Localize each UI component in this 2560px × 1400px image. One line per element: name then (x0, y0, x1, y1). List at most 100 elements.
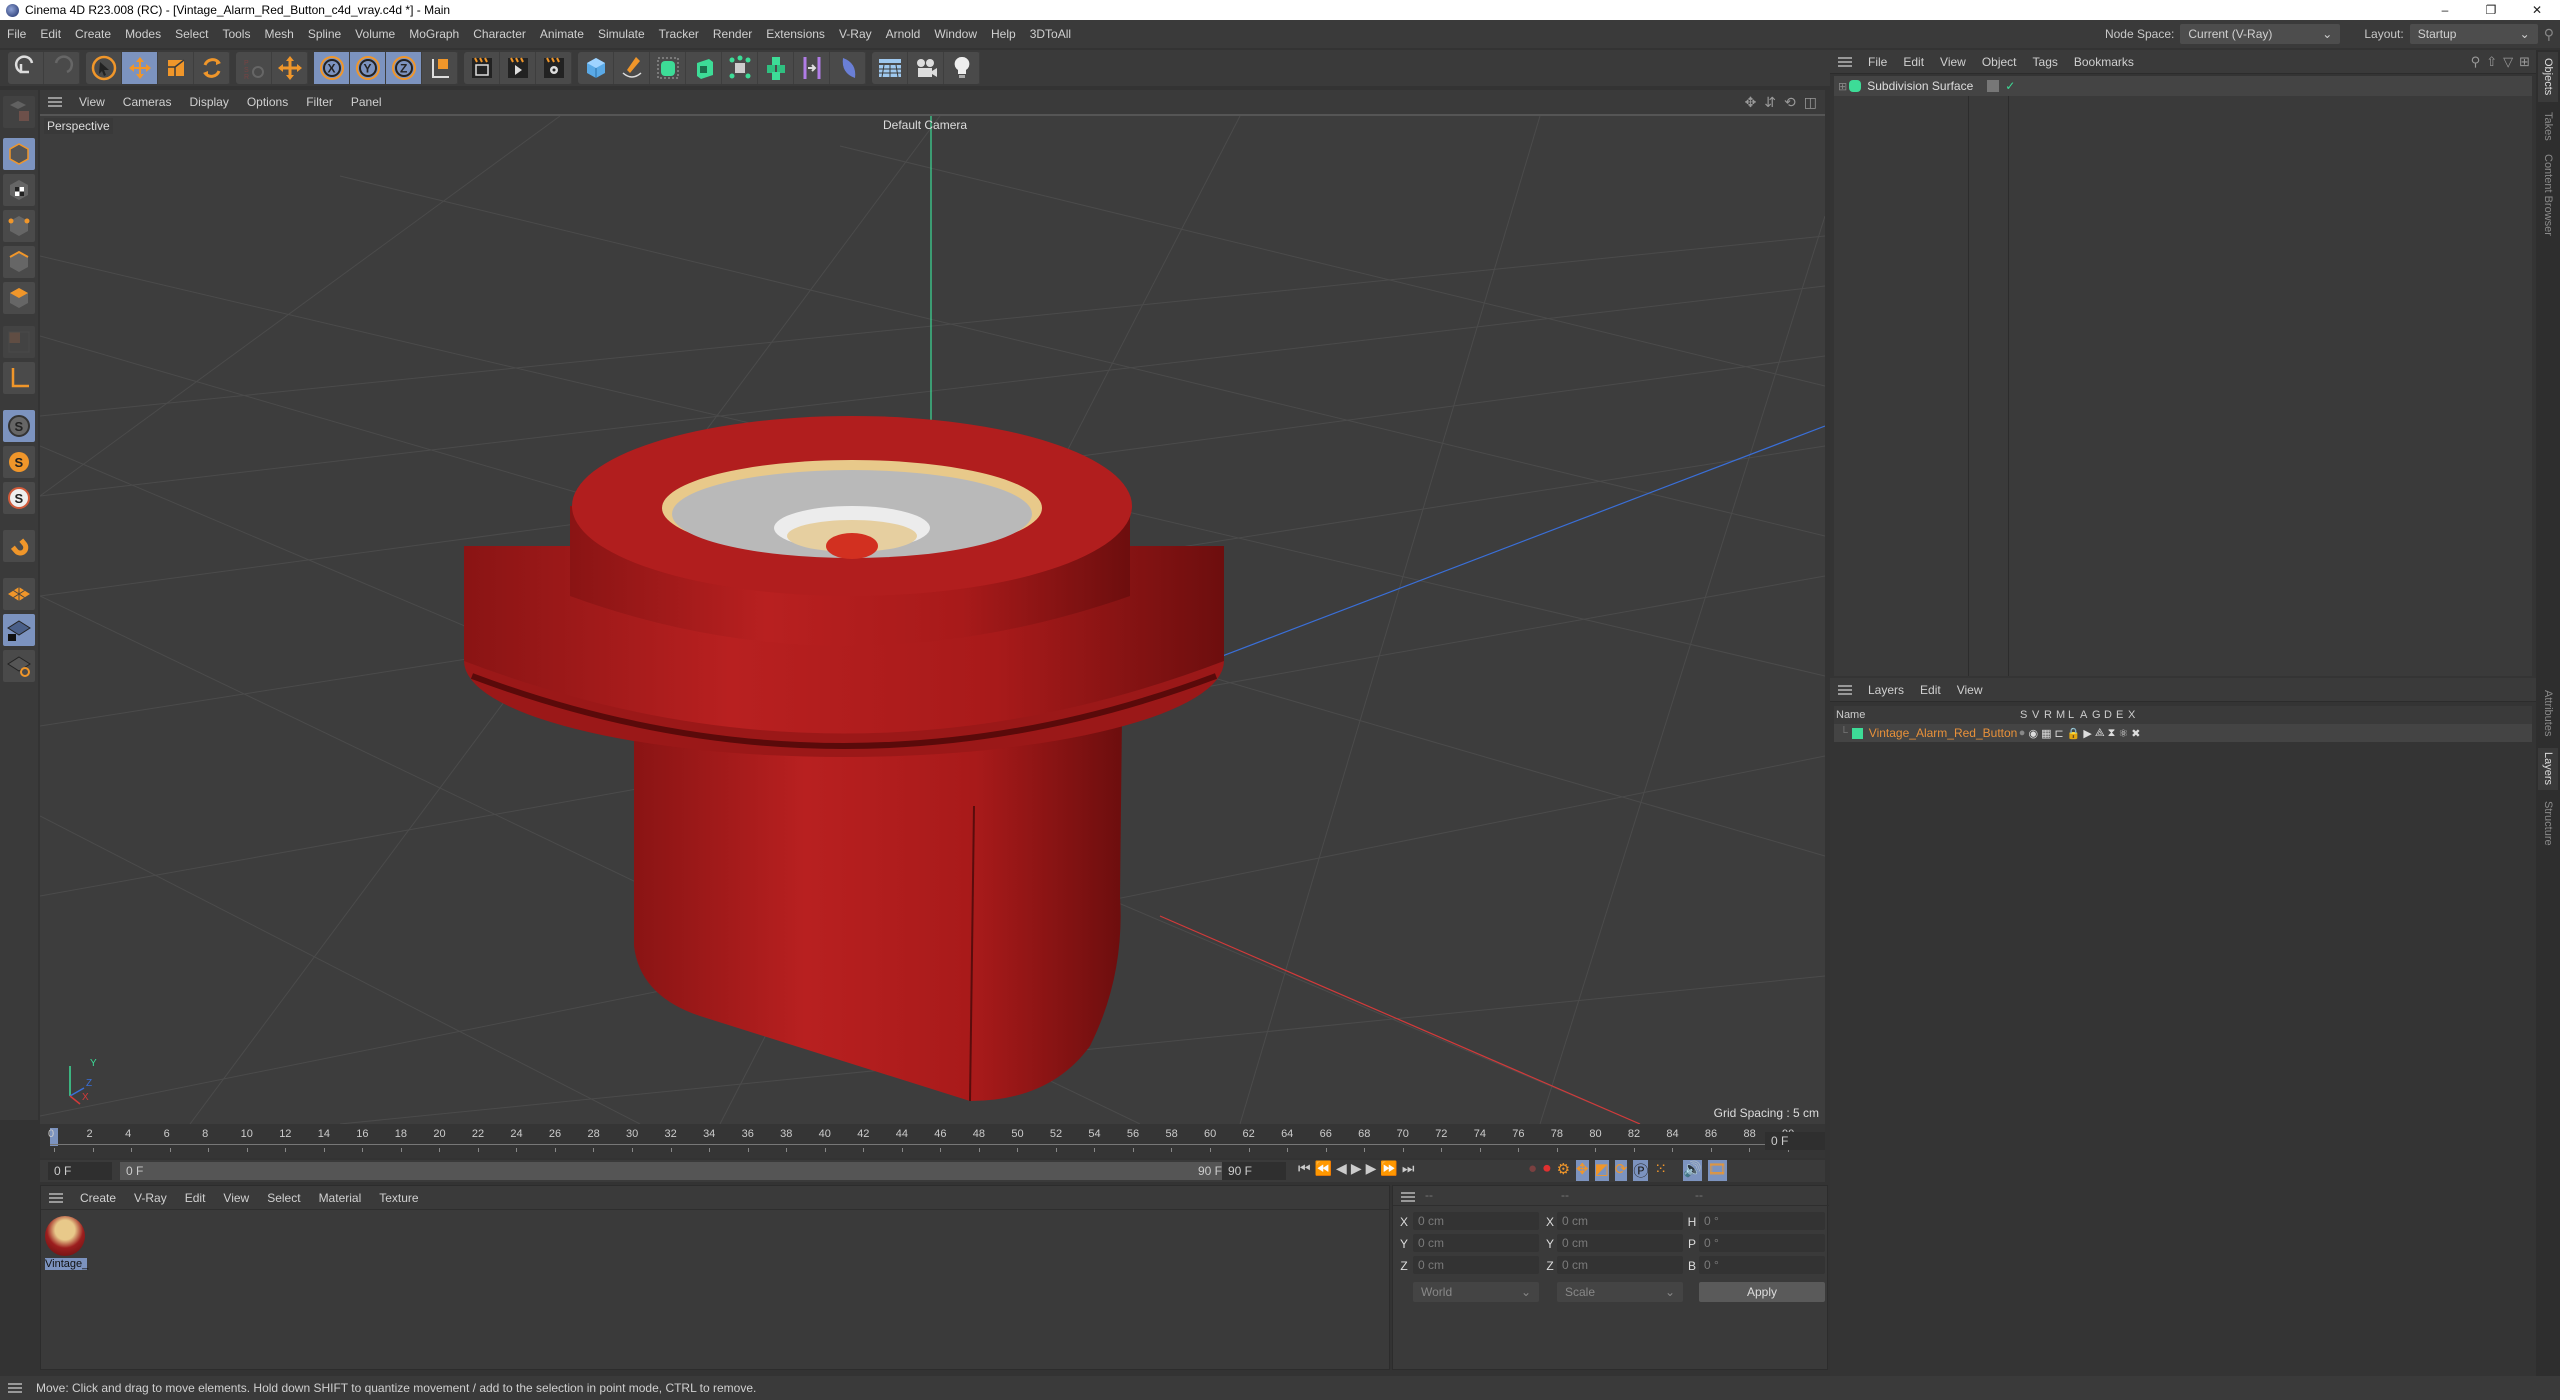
objects-menu-object[interactable]: Object (1974, 55, 2025, 69)
expressions-icon[interactable]: ⚛ (2118, 727, 2128, 740)
objects-menu-view[interactable]: View (1932, 55, 1974, 69)
magnet-button[interactable] (3, 530, 35, 562)
mograph-cubes-button[interactable] (758, 52, 794, 84)
rot-h-field[interactable]: 0 ° (1699, 1212, 1825, 1230)
tab-content-browser[interactable]: Content Browser (2538, 150, 2558, 240)
col-manager[interactable]: M (2056, 709, 2068, 721)
col-locked[interactable]: L (2068, 709, 2080, 721)
snap-enable-button[interactable]: S (3, 482, 35, 514)
light-button[interactable] (944, 52, 980, 84)
next-frame-icon[interactable]: ▶ (1366, 1160, 1377, 1177)
key-rotate-icon[interactable]: ⟳ (1614, 1160, 1628, 1181)
maximize-icon[interactable]: ◫ (1804, 94, 1817, 111)
move-extra-button[interactable] (272, 52, 308, 84)
render-view-button[interactable] (500, 52, 536, 84)
material-menu-texture[interactable]: Texture (370, 1191, 427, 1205)
tab-attributes[interactable]: Attributes (2538, 682, 2558, 744)
render-clapper-icon[interactable]: ▦ (2041, 727, 2051, 740)
key-param-icon[interactable]: Ⓟ (1633, 1160, 1649, 1181)
record-icon[interactable]: ● (1528, 1160, 1537, 1181)
viewport-menu-display[interactable]: Display (180, 95, 237, 109)
z-axis-button[interactable]: Z (386, 52, 422, 84)
menu-3dtoall[interactable]: 3DToAll (1023, 27, 1078, 41)
menu-mesh[interactable]: Mesh (257, 27, 300, 41)
tab-layers[interactable]: Layers (2538, 748, 2558, 790)
point-mode-button[interactable] (3, 210, 35, 242)
material-menu-view[interactable]: View (214, 1191, 258, 1205)
animation-icon[interactable]: ▶ (2083, 727, 2091, 740)
col-solo[interactable]: S (2020, 709, 2032, 721)
deformer-button[interactable] (794, 52, 830, 84)
col-xrefs[interactable]: X (2128, 709, 2140, 721)
hamburger-icon[interactable] (1838, 684, 1852, 695)
hamburger-icon[interactable] (8, 1383, 22, 1393)
solo-icon[interactable]: ● (2019, 727, 2026, 740)
floor-button[interactable] (872, 52, 908, 84)
enabled-check-icon[interactable]: ✓ (2005, 79, 2015, 93)
menu-mograph[interactable]: MoGraph (402, 27, 466, 41)
apply-button[interactable]: Apply (1699, 1282, 1825, 1302)
prev-key-icon[interactable]: ⏪ (1315, 1160, 1332, 1177)
viewport-menu-view[interactable]: View (70, 95, 114, 109)
menu-vray[interactable]: V-Ray (832, 27, 879, 41)
menu-character[interactable]: Character (466, 27, 533, 41)
material-menu-vray[interactable]: V-Ray (125, 1191, 176, 1205)
viewport-menu-filter[interactable]: Filter (297, 95, 342, 109)
model-mode-button[interactable] (3, 138, 35, 170)
layers-menu-layers[interactable]: Layers (1860, 683, 1912, 697)
rotate-tool-button[interactable] (194, 52, 230, 84)
pos-z-field[interactable]: 0 cm (1413, 1256, 1539, 1274)
camera-button[interactable] (908, 52, 944, 84)
col-view[interactable]: V (2032, 709, 2044, 721)
view-eye-icon[interactable]: ◉ (2028, 727, 2038, 740)
size-x-field[interactable]: 0 cm (1557, 1212, 1683, 1230)
texture-mode-button[interactable] (3, 174, 35, 206)
col-animation[interactable]: A (2080, 709, 2092, 721)
menu-file[interactable]: File (0, 27, 33, 41)
col-generators[interactable]: G (2092, 709, 2104, 721)
y-axis-button[interactable]: Y (350, 52, 386, 84)
filter-icon[interactable]: ▽ (2503, 54, 2513, 70)
viewport-camera-label[interactable]: Default Camera (883, 118, 967, 132)
film-icon[interactable]: 🎞 (1707, 1160, 1727, 1181)
menu-modes[interactable]: Modes (118, 27, 168, 41)
timeline-ruler[interactable]: 0 2 4 6 8 10 12 14 16 18 20 22 24 26 28 30 32 34 36 38 40 42 4… (40, 1124, 1825, 1158)
home-icon[interactable]: ⇧ (2486, 54, 2497, 70)
coord-mode-dropdown[interactable]: Scale ⌄ (1557, 1282, 1683, 1302)
key-move-icon[interactable]: ✥ (1576, 1160, 1589, 1181)
subdivision-button[interactable] (650, 52, 686, 84)
size-z-field[interactable]: 0 cm (1557, 1256, 1683, 1274)
tab-structure[interactable]: Structure (2538, 794, 2558, 852)
hamburger-icon[interactable] (1401, 1192, 1415, 1202)
viewport-menu-panel[interactable]: Panel (342, 95, 391, 109)
expand-icon[interactable]: ⊞ (1838, 80, 1847, 93)
menu-edit[interactable]: Edit (33, 27, 68, 41)
select-tool-button[interactable] (86, 52, 122, 84)
viewport-menu-cameras[interactable]: Cameras (114, 95, 181, 109)
tab-objects[interactable]: Objects (2538, 52, 2558, 102)
menu-tools[interactable]: Tools (215, 27, 257, 41)
objects-menu-bookmarks[interactable]: Bookmarks (2066, 55, 2142, 69)
menu-animate[interactable]: Animate (533, 27, 591, 41)
node-space-dropdown[interactable]: Current (V-Ray) ⌄ (2180, 24, 2341, 44)
menu-window[interactable]: Window (927, 27, 984, 41)
objects-menu-edit[interactable]: Edit (1895, 55, 1932, 69)
layer-row[interactable]: └ Vintage_Alarm_Red_Button ● ◉ ▦ ⊏ 🔒 ▶ ⟁… (1834, 724, 2532, 742)
key-pla-icon[interactable]: ⁙ (1654, 1160, 1667, 1181)
col-render[interactable]: R (2044, 709, 2056, 721)
menu-volume[interactable]: Volume (348, 27, 402, 41)
x-axis-button[interactable]: X (314, 52, 350, 84)
menu-tracker[interactable]: Tracker (652, 27, 706, 41)
goto-end-icon[interactable]: ⏭ (1402, 1160, 1415, 1177)
scale-tool-button[interactable] (158, 52, 194, 84)
axis-mode-button[interactable] (3, 362, 35, 394)
pen-button[interactable] (614, 52, 650, 84)
play-icon[interactable]: ▶ (1351, 1160, 1362, 1177)
lock-icon[interactable]: 🔒 (2067, 727, 2081, 740)
layers-menu-view[interactable]: View (1949, 683, 1991, 697)
material-menu-material[interactable]: Material (310, 1191, 371, 1205)
material-menu-select[interactable]: Select (258, 1191, 309, 1205)
workplane-lock-button[interactable] (3, 614, 35, 646)
minimize-button[interactable]: – (2422, 0, 2468, 20)
maximize-button[interactable]: ❐ (2468, 0, 2514, 20)
